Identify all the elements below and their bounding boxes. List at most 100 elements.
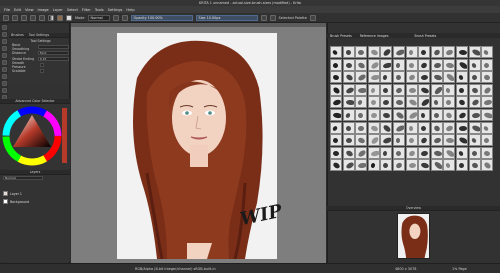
brush-preset-tile[interactable]: [355, 83, 368, 96]
brush-preset-tile[interactable]: [380, 83, 393, 96]
brush-preset-tile[interactable]: [430, 71, 443, 84]
brush-preset-tile[interactable]: [468, 71, 481, 84]
brush-preset-tile[interactable]: [342, 146, 355, 159]
brush-preset-tile[interactable]: [455, 83, 468, 96]
brush-preset-tile[interactable]: [405, 108, 418, 121]
brush-preset-tile[interactable]: [330, 58, 342, 71]
brush-preset-tile[interactable]: [342, 159, 355, 172]
brush-preset-tile[interactable]: [443, 159, 456, 172]
brush-preset-tile[interactable]: [330, 83, 342, 96]
menu-filter[interactable]: Filter: [82, 8, 91, 12]
brush-preset-tile[interactable]: [455, 146, 468, 159]
brush-preset-tile[interactable]: [342, 71, 355, 84]
new-document-icon[interactable]: [3, 14, 9, 21]
brush-preset-tile[interactable]: [468, 46, 481, 58]
select-tool-icon[interactable]: [1, 25, 7, 30]
brush-preset-tile[interactable]: [468, 146, 481, 159]
brush-preset-tile[interactable]: [330, 134, 342, 147]
brush-preset-tile[interactable]: [455, 71, 468, 84]
brush-preset-tile[interactable]: [355, 146, 368, 159]
brush-preset-tile[interactable]: [392, 121, 405, 134]
preserve-alpha-icon[interactable]: [121, 14, 128, 21]
tab-brush-presets[interactable]: Brush Presets: [330, 34, 352, 38]
brush-preset-tile[interactable]: [342, 121, 355, 134]
brush-preset-tile[interactable]: [468, 121, 481, 134]
brush-preset-tile[interactable]: [367, 108, 380, 121]
brush-preset-tile[interactable]: [430, 146, 443, 159]
brush-preset-tile[interactable]: [367, 58, 380, 71]
opacity-slider[interactable]: Opacity 100.00%: [130, 14, 193, 21]
brush-preset-tile[interactable]: [418, 121, 431, 134]
brush-preset-tile[interactable]: [468, 134, 481, 147]
zoom-level[interactable]: 1% Page: [452, 267, 467, 271]
color-strip[interactable]: [62, 108, 67, 163]
brush-preset-tile[interactable]: [380, 121, 393, 134]
brush-preset-tile[interactable]: [430, 134, 443, 147]
brush-preset-tile[interactable]: [380, 96, 393, 109]
brush-preset-tile[interactable]: [392, 134, 405, 147]
layer-row[interactable]: Layer 1: [3, 190, 69, 197]
mirror-vertical-icon[interactable]: [269, 14, 276, 21]
brush-tool-icon[interactable]: [1, 39, 7, 44]
brush-preset-tile[interactable]: [405, 159, 418, 172]
brush-preset-tile[interactable]: [468, 159, 481, 172]
brush-preset-tile[interactable]: [455, 46, 468, 58]
brush-preset-tile[interactable]: [392, 71, 405, 84]
brush-preset-tile[interactable]: [330, 159, 342, 172]
gradient-icon[interactable]: [48, 14, 54, 21]
save-document-icon[interactable]: [21, 14, 27, 21]
smoothing-select[interactable]: [37, 45, 69, 49]
color-triangle[interactable]: [13, 115, 51, 147]
brush-preset-tile[interactable]: [468, 108, 481, 121]
tab-reference-images[interactable]: Reference Images: [360, 34, 389, 38]
brush-preset-tile[interactable]: [481, 58, 494, 71]
brush-preset-tile[interactable]: [367, 96, 380, 109]
brush-preset-tile[interactable]: [455, 96, 468, 109]
brush-preset-tile[interactable]: [443, 96, 456, 109]
brush-preset-tile[interactable]: [430, 108, 443, 121]
brush-preset-tile[interactable]: [481, 108, 494, 121]
brush-preset-tile[interactable]: [455, 108, 468, 121]
rectangle-tool-icon[interactable]: [1, 53, 7, 58]
brush-preset-tile[interactable]: [380, 146, 393, 159]
brush-preset-tile[interactable]: [443, 121, 456, 134]
brush-preset-tile[interactable]: [342, 108, 355, 121]
brush-preset-tile[interactable]: [405, 121, 418, 134]
line-tool-icon[interactable]: [1, 46, 7, 51]
brush-preset-tile[interactable]: [392, 46, 405, 58]
brush-preset-tile[interactable]: [405, 146, 418, 159]
brush-preset-tile[interactable]: [468, 83, 481, 96]
brush-preset-tile[interactable]: [355, 108, 368, 121]
brush-preset-tile[interactable]: [418, 71, 431, 84]
brush-preset-tile[interactable]: [355, 58, 368, 71]
menu-select[interactable]: Select: [67, 8, 78, 12]
brush-preset-tile[interactable]: [392, 146, 405, 159]
brush-preset-tile[interactable]: [342, 96, 355, 109]
mirror-horizontal-icon[interactable]: [260, 14, 267, 21]
brush-preset-tile[interactable]: [355, 96, 368, 109]
brush-preset-tile[interactable]: [418, 146, 431, 159]
brush-preset-tile[interactable]: [392, 108, 405, 121]
brush-preset-tile[interactable]: [443, 134, 456, 147]
brush-preset-tile[interactable]: [455, 58, 468, 71]
layer-row[interactable]: Background: [3, 198, 69, 205]
menu-help[interactable]: Help: [126, 8, 134, 12]
brush-preset-tile[interactable]: [380, 58, 393, 71]
brush-preset-tile[interactable]: [392, 83, 405, 96]
layer-blend-mode-select[interactable]: Normal: [3, 176, 43, 180]
scalable-checkbox[interactable]: [40, 69, 44, 73]
brush-preset-tile[interactable]: [481, 83, 494, 96]
brush-preset-tile[interactable]: [443, 146, 456, 159]
brush-preset-tile[interactable]: [342, 46, 355, 58]
ellipse-tool-icon[interactable]: [1, 60, 7, 65]
brush-preset-tile[interactable]: [405, 96, 418, 109]
overview-thumbnail[interactable]: [397, 213, 430, 259]
brush-preset-tile[interactable]: [367, 146, 380, 159]
brush-preset-tile[interactable]: [430, 96, 443, 109]
brush-preset-tile[interactable]: [380, 71, 393, 84]
open-document-icon[interactable]: [12, 14, 18, 21]
brush-preset-tile[interactable]: [455, 134, 468, 147]
brush-preset-tile[interactable]: [481, 121, 494, 134]
brush-preset-tile[interactable]: [430, 83, 443, 96]
brush-preset-tile[interactable]: [443, 108, 456, 121]
